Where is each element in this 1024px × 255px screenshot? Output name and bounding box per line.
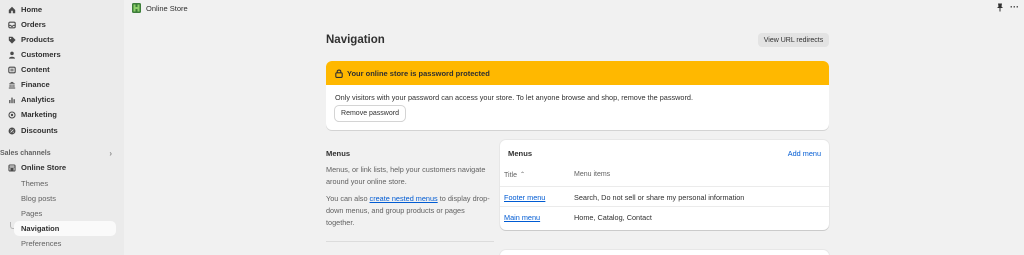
sales-channels-header[interactable]: Sales channels ›: [0, 146, 116, 160]
menu-items-main: Home, Catalog, Contact: [574, 213, 652, 222]
store-title: Online Store: [146, 4, 188, 13]
sidebar-item-discounts[interactable]: Discounts: [0, 123, 116, 138]
sidebar-item-online-store[interactable]: Online Store: [0, 160, 116, 175]
lock-icon: [335, 69, 343, 78]
row-divider: [500, 186, 829, 187]
sidebar: Home Orders Products Customers Content F…: [0, 0, 124, 255]
bar-chart-icon: [7, 95, 17, 105]
bank-icon: [7, 80, 17, 90]
sidebar-item-label: Products: [21, 35, 54, 44]
sidebar-item-label: Online Store: [21, 163, 67, 172]
sidebar-item-content[interactable]: Content: [0, 62, 116, 77]
sidebar-item-finance[interactable]: Finance: [0, 77, 116, 92]
sidebar-subitem-themes[interactable]: Themes: [21, 176, 48, 191]
sidebar-item-label: Home: [21, 5, 43, 14]
store-logo-icon: [132, 3, 141, 13]
home-icon: [7, 5, 17, 15]
sidebar-item-orders[interactable]: Orders: [0, 17, 116, 32]
sidebar-subitem-blog-posts[interactable]: Blog posts: [21, 191, 56, 206]
add-menu-link[interactable]: Add menu: [788, 149, 821, 158]
banner-header: Your online store is password protected: [326, 61, 829, 85]
menus-card-title: Menus: [508, 149, 533, 158]
top-bar: Online Store ···: [124, 0, 1024, 16]
content-icon: [7, 65, 17, 75]
remove-password-button[interactable]: Remove password: [335, 106, 405, 121]
person-icon: [7, 50, 17, 60]
sidebar-item-analytics[interactable]: Analytics: [0, 92, 116, 107]
storefront-icon: [7, 163, 17, 173]
sidebar-subitem-navigation[interactable]: Navigation: [14, 221, 116, 236]
sidebar-item-label: Marketing: [21, 110, 57, 119]
desc-prefix: You can also: [326, 194, 370, 203]
tag-icon: [7, 35, 17, 45]
sidebar-item-label: Content: [21, 65, 50, 74]
inbox-icon: [7, 20, 17, 30]
sales-channels-label: Sales channels: [0, 149, 51, 157]
sidebar-subitem-preferences[interactable]: Preferences: [21, 236, 61, 251]
menu-title-link-main[interactable]: Main menu: [504, 213, 540, 222]
sidebar-item-home[interactable]: Home: [0, 2, 116, 17]
menus-card: Menus Add menu Title ⌃ Menu items Footer …: [500, 140, 829, 230]
next-card: [500, 250, 829, 255]
row-divider: [500, 206, 829, 207]
sidebar-item-label: Analytics: [21, 95, 55, 104]
page-title: Navigation: [326, 34, 385, 46]
target-icon: [7, 110, 17, 120]
menu-items-footer: Search, Do not sell or share my personal…: [574, 193, 745, 202]
sidebar-item-label: Orders: [21, 20, 46, 29]
column-header-menu-items: Menu items: [574, 171, 611, 178]
column-header-label: Title: [504, 172, 517, 179]
more-actions-icon[interactable]: ···: [1010, 3, 1019, 12]
column-header-title[interactable]: Title ⌃: [504, 171, 525, 179]
view-url-redirects-button[interactable]: View URL redirects: [758, 33, 829, 47]
sort-icon: ⌃: [519, 172, 525, 178]
banner-body: Only visitors with your password can acc…: [335, 93, 693, 102]
menus-section-heading: Menus: [326, 149, 351, 158]
menus-section-description: Menus, or link lists, help your customer…: [326, 165, 486, 186]
sidebar-subitem-pages[interactable]: Pages: [21, 206, 42, 221]
create-nested-menus-link[interactable]: create nested menus: [370, 194, 438, 203]
menu-title-link-footer[interactable]: Footer menu: [504, 193, 545, 202]
sidebar-item-label: Customers: [21, 50, 61, 59]
sidebar-item-label: Discounts: [21, 126, 58, 135]
chevron-right-icon: ›: [109, 148, 112, 158]
sidebar-item-customers[interactable]: Customers: [0, 47, 116, 62]
banner-title: Your online store is password protected: [347, 68, 490, 78]
sidebar-item-products[interactable]: Products: [0, 32, 116, 47]
pin-icon[interactable]: [996, 3, 1004, 12]
discount-icon: [7, 126, 17, 136]
section-divider: [326, 241, 494, 242]
password-protected-banner: Your online store is password protected …: [326, 61, 829, 130]
nested-menus-description: You can also create nested menus to disp…: [326, 193, 491, 229]
sidebar-item-marketing[interactable]: Marketing: [0, 107, 116, 122]
sidebar-item-label: Finance: [21, 80, 50, 89]
